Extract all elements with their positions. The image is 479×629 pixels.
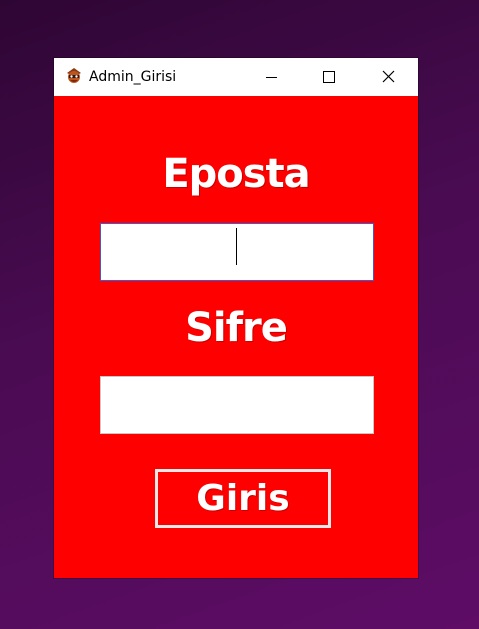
email-field[interactable] <box>100 223 374 281</box>
password-label: Sifre <box>185 305 288 351</box>
login-window: Admin_Girisi Eposta Sifre Giris <box>54 58 418 578</box>
close-button[interactable] <box>360 58 418 96</box>
password-field[interactable] <box>100 376 374 434</box>
text-cursor <box>236 228 237 265</box>
close-icon <box>382 70 395 83</box>
login-button[interactable]: Giris <box>155 469 331 528</box>
maximize-button[interactable] <box>300 58 358 96</box>
app-logo-icon <box>64 66 84 86</box>
title-bar[interactable]: Admin_Girisi <box>54 58 418 96</box>
email-label: Eposta <box>162 151 310 197</box>
minimize-button[interactable] <box>242 58 300 96</box>
window-title: Admin_Girisi <box>89 69 177 85</box>
minimize-icon <box>266 77 277 78</box>
maximize-icon <box>323 71 335 83</box>
